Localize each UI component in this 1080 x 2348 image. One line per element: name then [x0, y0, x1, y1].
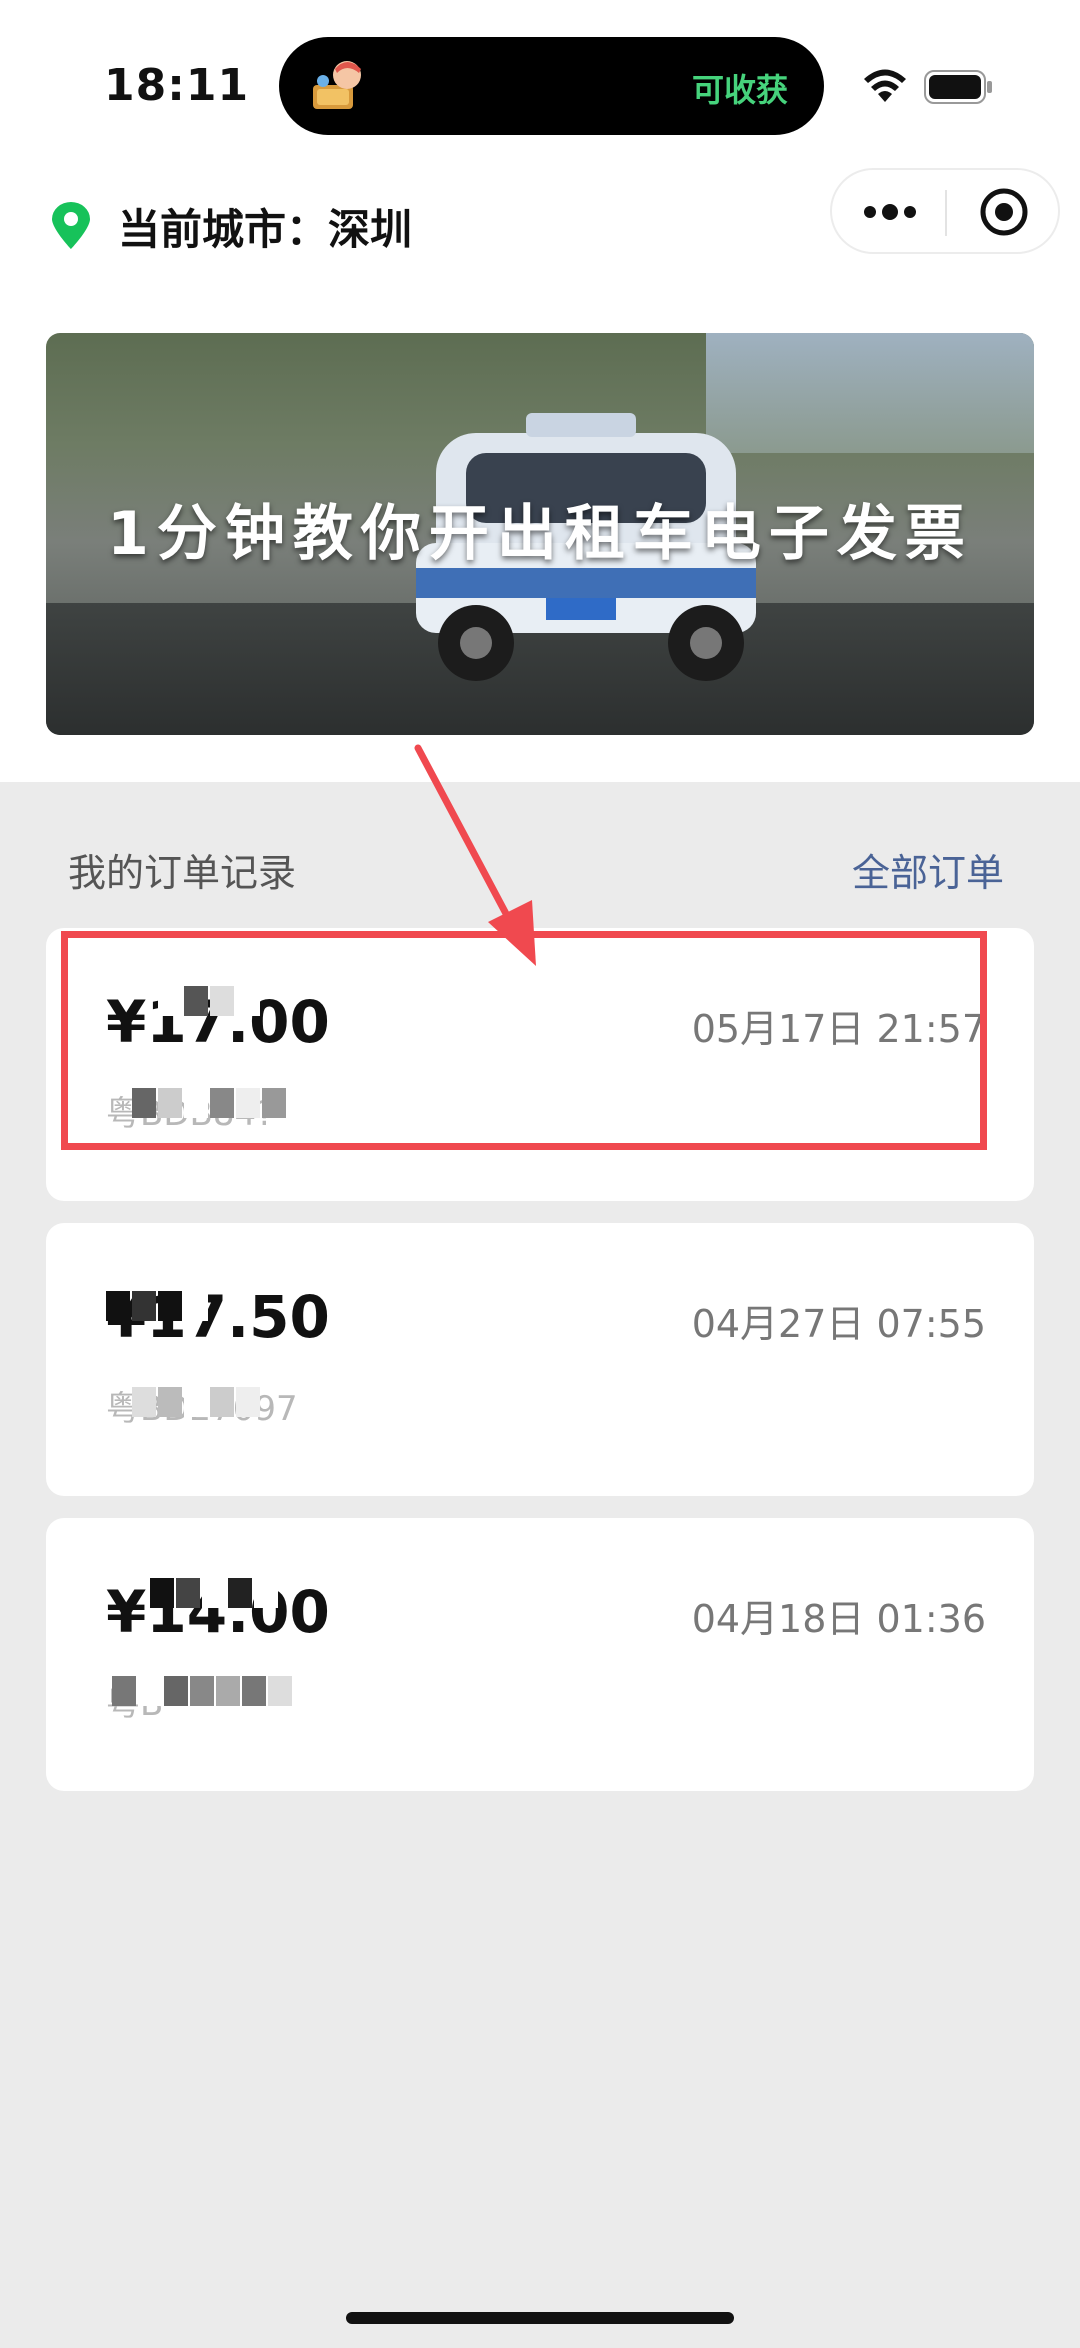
invoice-tutorial-banner[interactable]: 1分钟教你开出租车电子发票 [46, 333, 1034, 735]
all-orders-link[interactable]: 全部订单 [852, 842, 1004, 897]
privacy-mosaic [112, 1676, 294, 1710]
more-icon[interactable] [862, 200, 918, 224]
status-time: 18:11 [104, 60, 250, 111]
order-card[interactable]: ¥14.00 04月18日 01:36 粤B [46, 1518, 1034, 1791]
privacy-mosaic [150, 1578, 280, 1612]
wifi-icon [864, 69, 906, 102]
home-indicator[interactable] [346, 2312, 734, 2324]
close-mini-program-icon[interactable] [978, 186, 1030, 238]
mini-program-capsule [830, 168, 1060, 254]
current-city-label[interactable]: 当前城市：深圳 [118, 196, 412, 257]
pointer-arrow-icon [414, 744, 536, 966]
location-pin-icon [52, 202, 90, 249]
dynamic-island[interactable]: 可收获 [279, 37, 824, 135]
order-records-title: 我的订单记录 [68, 851, 297, 895]
battery-icon [924, 70, 992, 104]
order-date: 04月27日 07:55 [691, 1302, 986, 1346]
banner-title: 1分钟教你开出租车电子发票 [107, 499, 973, 569]
game-app-icon [313, 61, 361, 109]
order-card[interactable]: ¥17.50 04月27日 07:55 粤BD27097 [46, 1223, 1034, 1496]
privacy-mosaic [106, 1291, 210, 1325]
capsule-divider [945, 190, 947, 236]
island-status-text: 可收获 [691, 71, 788, 109]
privacy-mosaic [132, 1387, 262, 1421]
order-date: 04月18日 01:36 [691, 1597, 986, 1641]
